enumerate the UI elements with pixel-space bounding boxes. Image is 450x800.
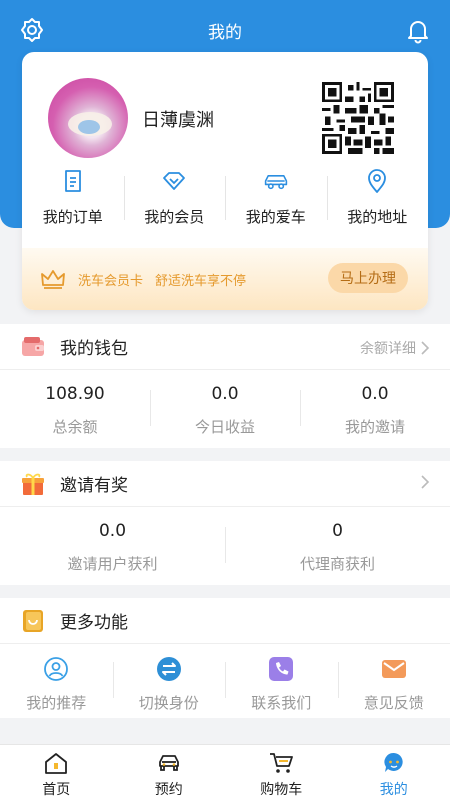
order-icon xyxy=(64,170,81,192)
crown-icon xyxy=(41,270,65,289)
stat-total-balance[interactable]: 108.90 总余额 xyxy=(0,370,150,448)
invite-stats: 0.0 邀请用户获利 0 代理商获利 xyxy=(0,507,450,585)
stat-value: 0.0 xyxy=(98,521,127,541)
chevron-right-icon xyxy=(421,341,430,355)
tab-profile[interactable]: 我的 xyxy=(338,745,450,800)
tool-label: 意见反馈 xyxy=(363,694,424,712)
member-card-banner[interactable]: 洗车会员卡 舒适洗车享不停 马上办理 xyxy=(22,248,428,310)
tab-label: 我的 xyxy=(379,782,408,798)
more-features-tools: 我的推荐 切换身份 联系我们 意见反馈 xyxy=(0,644,450,718)
wallet-title: 我的钱包 xyxy=(60,339,128,359)
stat-value: 0.0 xyxy=(361,384,389,404)
stat-value: 108.90 xyxy=(45,384,105,404)
quick-link-label: 我的地址 xyxy=(347,208,408,226)
tab-home[interactable]: 首页 xyxy=(0,745,113,800)
tab-label: 预约 xyxy=(154,782,183,798)
tool-feedback[interactable]: 意见反馈 xyxy=(337,644,450,718)
bell-icon[interactable] xyxy=(404,16,432,44)
more-features-header: 更多功能 xyxy=(0,598,450,644)
stat-invite-user-profit[interactable]: 0.0 邀请用户获利 xyxy=(0,507,225,585)
stat-label: 总余额 xyxy=(52,418,98,436)
stat-label: 代理商获利 xyxy=(299,555,375,573)
diamond-icon xyxy=(163,172,186,190)
wallet-section: 我的钱包 余额详细 108.90 总余额 0.0 今日收益 0.0 我的邀请 xyxy=(0,324,450,448)
stat-label: 邀请用户获利 xyxy=(67,555,158,573)
feedback-mail-icon xyxy=(381,660,406,678)
chevron-right-icon xyxy=(421,475,430,489)
quick-link-orders[interactable]: 我的订单 xyxy=(22,164,124,234)
more-features-section: 更多功能 我的推荐 切换身份 联系我们 意见反馈 xyxy=(0,598,450,718)
quick-link-label: 我的爱车 xyxy=(245,208,306,226)
qr-code-icon[interactable] xyxy=(322,82,394,154)
balance-detail-link[interactable]: 余额详细 xyxy=(360,338,430,358)
avatar-blob-small xyxy=(78,120,100,134)
wallet-header: 我的钱包 余额详细 xyxy=(0,324,450,370)
invite-header[interactable]: 邀请有奖 xyxy=(0,461,450,507)
stat-label: 我的邀请 xyxy=(344,418,405,436)
tab-label: 购物车 xyxy=(260,782,303,798)
bottom-tab-bar: 首页 预约 购物车 我的 xyxy=(0,744,450,800)
stat-my-invites[interactable]: 0.0 我的邀请 xyxy=(300,370,450,448)
car-front-icon xyxy=(158,755,179,771)
quick-link-car[interactable]: 我的爱车 xyxy=(225,164,327,234)
tool-switch-identity[interactable]: 切换身份 xyxy=(112,644,226,718)
stat-value: 0 xyxy=(332,521,343,541)
home-icon xyxy=(45,753,68,774)
balance-detail-label: 余额详细 xyxy=(360,341,416,357)
avatar[interactable] xyxy=(48,78,128,158)
tab-booking[interactable]: 预约 xyxy=(113,745,226,800)
tool-label: 切换身份 xyxy=(138,694,199,712)
username: 日薄虞渊 xyxy=(142,110,214,131)
stat-label: 今日收益 xyxy=(194,418,255,436)
gift-icon xyxy=(22,473,44,495)
settings-icon[interactable] xyxy=(18,16,46,44)
invite-title: 邀请有奖 xyxy=(60,476,128,496)
tool-my-recommend[interactable]: 我的推荐 xyxy=(0,644,113,718)
quick-link-label: 我的会员 xyxy=(144,208,205,226)
quick-links: 我的订单 我的会员 我的爱车 我的地址 xyxy=(22,164,428,234)
top-bar: 我的 xyxy=(0,0,450,60)
quick-link-membership[interactable]: 我的会员 xyxy=(123,164,226,234)
profile-card: 日薄虞渊 我的订单 我的会员 我的爱车 我的地址 洗车会员卡 舒适洗车享不停 马… xyxy=(22,52,428,310)
wallet-stats: 108.90 总余额 0.0 今日收益 0.0 我的邀请 xyxy=(0,370,450,448)
tab-cart[interactable]: 购物车 xyxy=(225,745,338,800)
cart-icon xyxy=(270,753,294,773)
user-recommend-icon xyxy=(44,657,69,681)
quick-link-address[interactable]: 我的地址 xyxy=(326,164,429,234)
stat-today-earnings[interactable]: 0.0 今日收益 xyxy=(150,370,300,448)
quick-link-label: 我的订单 xyxy=(42,208,103,226)
member-card-slogan: 舒适洗车享不停 xyxy=(155,273,247,289)
phone-icon xyxy=(269,657,294,681)
notebook-icon xyxy=(23,609,43,632)
car-icon xyxy=(264,175,287,190)
invite-section: 邀请有奖 0.0 邀请用户获利 0 代理商获利 xyxy=(0,461,450,585)
wallet-icon xyxy=(22,336,44,356)
location-icon xyxy=(368,169,387,193)
member-card-name: 洗车会员卡 xyxy=(78,273,144,289)
tab-label: 首页 xyxy=(42,782,71,798)
more-features-title: 更多功能 xyxy=(60,613,128,633)
tool-label: 联系我们 xyxy=(251,694,312,712)
page-title: 我的 xyxy=(208,22,242,43)
tool-contact-us[interactable]: 联系我们 xyxy=(225,644,338,718)
tool-label: 我的推荐 xyxy=(26,694,87,712)
stat-value: 0.0 xyxy=(211,384,239,404)
apply-now-button[interactable]: 马上办理 xyxy=(328,263,408,293)
stat-agent-profit[interactable]: 0 代理商获利 xyxy=(225,507,450,585)
invite-detail-link[interactable] xyxy=(416,475,430,489)
profile-chat-icon xyxy=(384,752,403,772)
switch-identity-icon xyxy=(156,657,181,681)
